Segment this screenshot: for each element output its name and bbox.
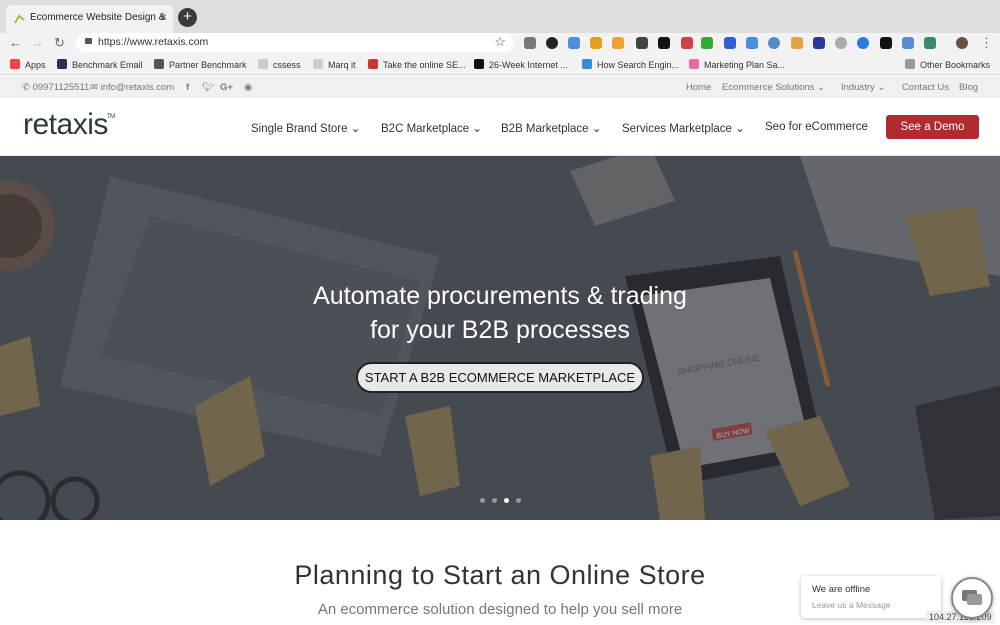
trademark: TM: [107, 114, 115, 120]
nav-seo-for-ecommerce[interactable]: Seo for eCommerce: [765, 121, 868, 133]
twitter-icon[interactable]: 🐦︎: [202, 82, 214, 93]
bookmark-marq-it[interactable]: Marq it: [313, 59, 356, 70]
extension-icon-14[interactable]: [813, 37, 825, 49]
chat-bubble-icon: [962, 590, 982, 605]
document-icon: [689, 59, 699, 69]
bookmark-benchmark-email[interactable]: Benchmark Email: [57, 59, 143, 70]
extension-icon-8[interactable]: [681, 37, 693, 49]
reload-icon[interactable]: ↻: [54, 35, 65, 51]
nav-services-marketplace[interactable]: Services Marketplace ⌄: [622, 121, 745, 135]
tab-title: Ecommerce Website Design &: [30, 12, 166, 23]
slider-dot-4[interactable]: [516, 498, 521, 503]
bookmark-star-icon[interactable]: ☆: [494, 34, 506, 50]
email-link[interactable]: ✉ info@retaxis.com: [90, 82, 174, 93]
hero-title-line-2: for your B2B processes: [370, 316, 630, 344]
chevron-down-icon: ⌄: [591, 123, 602, 135]
chat-offline-popup[interactable]: We are offline Leave us a Message: [801, 576, 941, 618]
chat-status: We are offline: [812, 584, 871, 595]
profile-avatar-icon[interactable]: [956, 37, 968, 49]
bookmarks-bar: Apps Benchmark Email Partner Benchmark c…: [0, 53, 1000, 75]
folder-icon: [905, 59, 915, 69]
topbar-link-home[interactable]: Home: [686, 82, 711, 93]
page-icon: [313, 59, 323, 69]
url-text: https://www.retaxis.com: [98, 36, 209, 48]
chat-prompt: Leave us a Message: [812, 600, 891, 610]
bookmark-marketing-plan[interactable]: Marketing Plan Sa...: [689, 59, 785, 70]
bookmark-take-online-se[interactable]: Take the online SE...: [368, 59, 466, 70]
chevron-down-icon: ⌄: [735, 123, 745, 135]
bookmark-how-search[interactable]: How Search Engin...: [582, 59, 679, 70]
browser-tab-bar: Ecommerce Website Design & × +: [0, 0, 1000, 33]
see-a-demo-button[interactable]: See a Demo: [886, 115, 979, 139]
new-tab-button[interactable]: +: [178, 8, 197, 27]
extension-icon-18[interactable]: [902, 37, 914, 49]
lock-icon: [85, 38, 92, 44]
topbar-link-industry[interactable]: Industry ⌄: [841, 82, 885, 93]
retaxis-logo[interactable]: retaxis TM: [23, 108, 115, 142]
browser-tab[interactable]: Ecommerce Website Design & ×: [6, 5, 173, 33]
envelope-icon: ✉: [90, 82, 98, 93]
extension-icon-13[interactable]: [791, 37, 803, 49]
topbar-link-blog[interactable]: Blog: [959, 82, 978, 93]
browser-toolbar: ← → ↻ https://www.retaxis.com ☆ ⋮: [0, 33, 1000, 53]
apps-grid-icon: [10, 59, 20, 69]
extension-icon-15[interactable]: [835, 37, 847, 49]
seo-icon: [368, 59, 378, 69]
letter-z-icon: [474, 59, 484, 69]
retaxis-favicon-icon: [14, 14, 25, 24]
extension-icon-3[interactable]: [568, 37, 580, 49]
phone-icon: ✆: [22, 82, 30, 93]
extension-icon-1[interactable]: [524, 37, 536, 49]
chat-launcher-button[interactable]: [951, 577, 993, 619]
chevron-down-icon: ⌄: [877, 82, 886, 93]
extension-icon-16[interactable]: [857, 37, 869, 49]
nav-b2b-marketplace[interactable]: B2B Marketplace ⌄: [501, 121, 601, 135]
chevron-down-icon: ⌄: [350, 123, 361, 135]
nav-single-brand-store[interactable]: Single Brand Store ⌄: [251, 121, 360, 135]
extension-icon-12[interactable]: [768, 37, 780, 49]
extension-icon-2[interactable]: [546, 37, 558, 49]
topbar-link-contact[interactable]: Contact Us: [902, 82, 949, 93]
tab-close-icon[interactable]: ×: [160, 10, 167, 24]
facebook-icon[interactable]: f: [186, 82, 189, 93]
forward-arrow-icon[interactable]: →: [31, 35, 44, 50]
extension-icon-6[interactable]: [636, 37, 648, 49]
start-b2b-marketplace-button[interactable]: START A B2B ECOMMERCE MARKETPLACE: [356, 362, 644, 393]
extension-icon-4[interactable]: [590, 37, 602, 49]
bookmark-26-week[interactable]: 26-Week Internet ...: [474, 59, 568, 70]
extension-icon-17[interactable]: [880, 37, 892, 49]
slider-dots: [480, 490, 528, 508]
browser-menu-icon[interactable]: ⋮: [980, 35, 993, 51]
hero-slider: SHOPPING ONLINE BUY NOW Automate procure…: [0, 156, 1000, 520]
benchmark-icon: [57, 59, 67, 69]
site-top-bar: ✆ 09971125511 ✉ info@retaxis.com f 🐦︎ G+…: [0, 76, 1000, 98]
extension-icon-10[interactable]: [724, 37, 736, 49]
nav-b2c-marketplace[interactable]: B2C Marketplace ⌄: [381, 121, 482, 135]
slider-dot-3[interactable]: [504, 498, 509, 503]
back-arrow-icon[interactable]: ←: [9, 35, 22, 50]
extension-icon-7[interactable]: [658, 37, 670, 49]
slider-dot-2[interactable]: [492, 498, 497, 503]
google-plus-icon[interactable]: G+: [220, 82, 233, 93]
rss-icon[interactable]: ◉: [244, 82, 252, 93]
bookmark-other[interactable]: Other Bookmarks: [905, 59, 990, 70]
topbar-link-ecommerce-solutions[interactable]: Ecommerce Solutions ⌄: [722, 82, 825, 93]
chevron-down-icon: ⌄: [817, 82, 826, 93]
page-icon: [258, 59, 268, 69]
bookmark-cssess[interactable]: cssess: [258, 59, 301, 70]
extension-icon-9[interactable]: [701, 37, 713, 49]
chevron-down-icon: ⌄: [472, 123, 483, 135]
address-bar[interactable]: https://www.retaxis.com ☆: [76, 33, 514, 52]
extension-icon-19[interactable]: [924, 37, 936, 49]
extension-icon-5[interactable]: [612, 37, 624, 49]
site-header: retaxis TM Single Brand Store ⌄ B2C Marke…: [0, 98, 1000, 156]
hero-title-line-1: Automate procurements & trading: [313, 282, 687, 310]
letter-m-icon: [582, 59, 592, 69]
phone-link[interactable]: ✆ 09971125511: [22, 82, 89, 93]
bookmark-partner-benchmark[interactable]: Partner Benchmark: [154, 59, 247, 70]
feather-icon: [154, 59, 164, 69]
bookmark-apps[interactable]: Apps: [10, 59, 46, 70]
extension-icon-11[interactable]: [746, 37, 758, 49]
slider-dot-1[interactable]: [480, 498, 485, 503]
